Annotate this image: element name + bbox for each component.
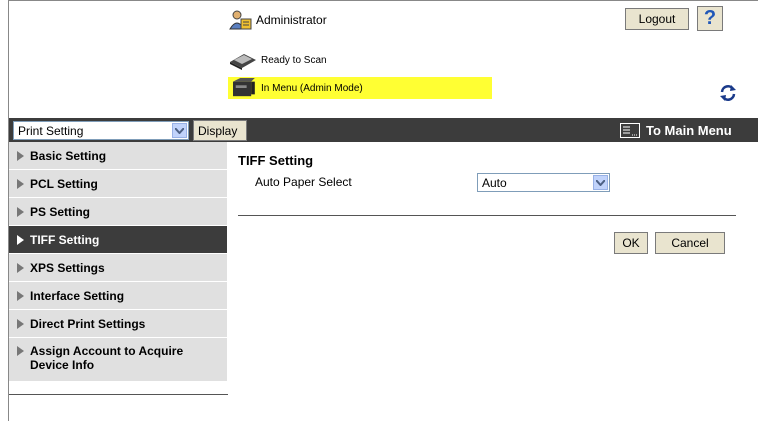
sidebar-item-label: Basic Setting [30,148,107,163]
help-icon: ? [703,7,717,29]
page-title: TIFF Setting [238,153,314,168]
ok-button[interactable]: OK [614,232,648,254]
form-divider [238,215,736,216]
cancel-button[interactable]: Cancel [655,232,725,254]
sidebar-item-ps-setting[interactable]: PS Setting [9,198,227,226]
sidebar-item-xps-settings[interactable]: XPS Settings [9,254,227,282]
auto-paper-select-label: Auto Paper Select [255,175,352,189]
frame-top-border [8,0,758,1]
triangle-right-icon [17,318,24,329]
sidebar-item-label: PCL Setting [30,176,98,191]
sidebar-item-pcl-setting[interactable]: PCL Setting [9,170,227,198]
sidebar-item-assign-account[interactable]: Assign Account to Acquire Device Info [9,338,227,382]
user-info: Administrator [228,9,327,31]
logout-button[interactable]: Logout [625,8,689,30]
status-menu-text: In Menu (Admin Mode) [261,82,363,94]
main-menu-icon [620,122,640,138]
triangle-right-icon [17,290,24,301]
refresh-icon[interactable] [718,83,738,103]
scanner-icon [230,54,256,70]
sidebar-item-basic-setting[interactable]: Basic Setting [9,142,227,170]
sidebar-item-label: XPS Settings [30,260,105,275]
display-button[interactable]: Display [193,120,247,141]
chevron-down-icon [593,175,608,190]
triangle-right-icon [17,206,24,217]
sidebar: Basic Setting PCL Setting PS Setting TIF… [9,142,227,382]
triangle-right-icon [17,178,24,189]
status-menu: In Menu (Admin Mode) [228,77,492,99]
sidebar-item-interface-setting[interactable]: Interface Setting [9,282,227,310]
sidebar-item-label: Interface Setting [30,288,125,303]
sidebar-bottom-divider [9,394,228,395]
sidebar-item-label: TIFF Setting [30,232,100,247]
category-select[interactable]: Print Setting [13,121,189,140]
sidebar-item-label: Assign Account to Acquire Device Info [30,344,184,372]
triangle-right-icon [17,150,24,161]
triangle-right-icon [17,262,24,273]
sidebar-item-tiff-setting[interactable]: TIFF Setting [9,226,227,254]
category-select-value: Print Setting [18,123,84,138]
triangle-right-icon [17,234,24,245]
sidebar-item-direct-print-settings[interactable]: Direct Print Settings [9,310,227,338]
auto-paper-select[interactable]: Auto [477,173,610,192]
status-ready-text: Ready to Scan [261,54,327,66]
machine-icon [233,78,255,97]
triangle-right-icon [17,346,24,356]
administrator-icon [229,10,252,30]
auto-paper-select-value: Auto [482,175,507,190]
sidebar-item-label: Direct Print Settings [30,316,146,331]
user-label: Administrator [256,13,327,27]
status-ready: Ready to Scan [228,50,327,70]
sidebar-item-label: PS Setting [30,204,91,219]
chevron-down-icon [172,123,187,138]
help-button[interactable]: ? [697,6,723,31]
to-main-menu-link[interactable]: To Main Menu [620,118,732,142]
to-main-menu-label: To Main Menu [646,122,732,138]
